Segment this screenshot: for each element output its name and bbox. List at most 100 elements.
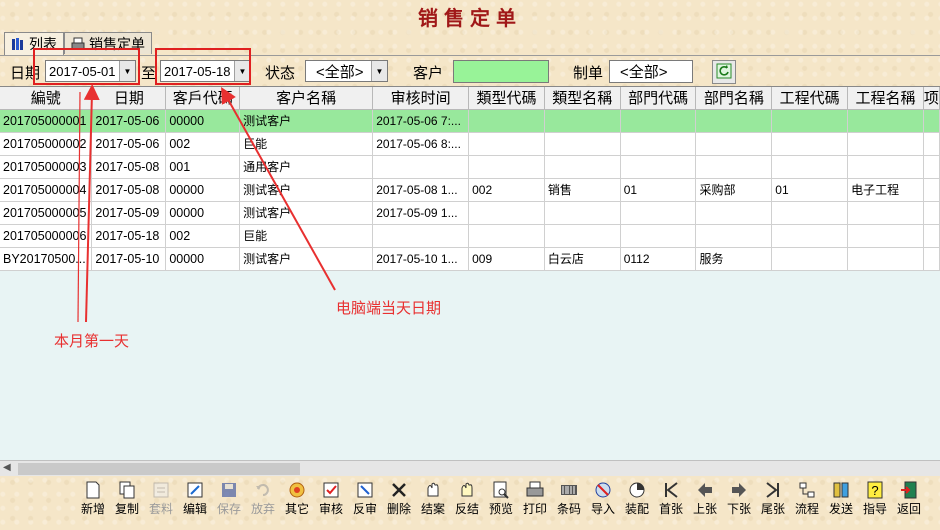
toolbar-button-copy[interactable]: 复制 [110, 478, 144, 518]
toolbar-button-label: 其它 [284, 502, 309, 516]
scrollbar-thumb[interactable] [18, 463, 300, 475]
table-row[interactable]: 201705000006 2017-05-18 002 巨能 [0, 224, 940, 248]
toolbar-button-label: 首张 [658, 502, 683, 516]
previous-icon [695, 480, 715, 500]
refresh-button[interactable] [712, 60, 736, 84]
order-grid[interactable]: 編號 日期 客戶代碼 客户名稱 审核时间 類型代碼 類型名稱 部門代碼 部門名稱 工程代碼 工程名稱… [0, 86, 940, 476]
toolbar-button-label: 发送 [828, 502, 853, 516]
audit-icon [321, 480, 341, 500]
table-cell: 01 [771, 178, 849, 202]
table-cell [468, 109, 545, 133]
toolbar-button-previous[interactable]: 上张 [688, 478, 722, 518]
table-cell: 2017-05-18 [91, 224, 167, 248]
toolbar-button-other[interactable]: 其它 [280, 478, 314, 518]
toolbar-button-label: 套料 [148, 502, 173, 516]
toolbar-button-edit[interactable]: 编辑 [178, 478, 212, 518]
toolbar-button-undo[interactable]: 放弃 [246, 478, 280, 518]
column-header[interactable]: 项 [923, 87, 940, 110]
toolbar-button-audit[interactable]: 审核 [314, 478, 348, 518]
toolbar-button-first[interactable]: 首张 [654, 478, 688, 518]
toolbar-button-new-document[interactable]: 新增 [76, 478, 110, 518]
table-cell [372, 224, 470, 248]
table-cell [468, 224, 545, 248]
table-row[interactable]: 201705000005 2017-05-09 00000 测试客户 2017-05-0… [0, 201, 940, 225]
toolbar-button-label: 结案 [420, 502, 445, 516]
toolbar-button-print[interactable]: 打印 [518, 478, 552, 518]
table-row[interactable]: BY20170500... 2017-05-10 00000 测试客户 2017-05-… [0, 247, 940, 271]
table-cell: 白云店 [544, 247, 621, 271]
table-cell: 01 [620, 178, 697, 202]
annotation-today: 电脑端当天日期 [336, 300, 442, 317]
toolbar-button-unaudit[interactable]: 反审 [348, 478, 382, 518]
table-cell: 2017-05-08 [91, 178, 167, 202]
toolbar-button-label: 预览 [488, 502, 513, 516]
horizontal-scrollbar[interactable]: ◀ [0, 460, 940, 476]
column-header[interactable]: 审核时间 [372, 87, 470, 110]
table-row[interactable]: 201705000001 2017-05-06 00000 测试客户 2017-05-0… [0, 109, 940, 133]
table-cell: 测试客户 [239, 247, 374, 271]
send-icon [831, 480, 851, 500]
toolbar-button-delete[interactable]: 删除 [382, 478, 416, 518]
table-cell: 测试客户 [239, 109, 374, 133]
maker-field[interactable]: <全部> [609, 60, 693, 83]
annotation-first-day: 本月第一天 [54, 333, 130, 350]
status-value: <全部> [316, 63, 364, 81]
toolbar-button-reopen[interactable]: 反结 [450, 478, 484, 518]
toolbar-button-next[interactable]: 下张 [722, 478, 756, 518]
toolbar-button-barcode[interactable]: 条码 [552, 478, 586, 518]
table-cell: 201705000005 [0, 201, 93, 225]
toolbar-button-bom[interactable]: 套料 [144, 478, 178, 518]
toolbar-button-help[interactable]: ? 指导 [858, 478, 892, 518]
table-cell [468, 155, 545, 179]
filter-bar: 日期 2017-05-01 ▼ 至 2017-05-18 ▼ 状态 <全部> ▼… [0, 55, 940, 85]
table-cell: 2017-05-06 7:... [372, 109, 470, 133]
toolbar-button-assemble[interactable]: 装配 [620, 478, 654, 518]
toolbar-button-label: 新增 [80, 502, 105, 516]
toolbar-button-send[interactable]: 发送 [824, 478, 858, 518]
table-row[interactable]: 201705000003 2017-05-08 001 通用客户 [0, 155, 940, 179]
table-cell [923, 247, 940, 271]
column-header[interactable]: 日期 [91, 87, 167, 110]
column-header[interactable]: 客户名稱 [239, 87, 374, 110]
table-cell [695, 224, 773, 248]
customer-field[interactable] [453, 60, 549, 83]
highlight-date-from [33, 48, 140, 85]
column-header[interactable]: 客戶代碼 [165, 87, 241, 110]
column-header[interactable]: 工程名稱 [847, 87, 924, 110]
toolbar-button-label: 删除 [386, 502, 411, 516]
scroll-left-icon[interactable]: ◀ [3, 462, 11, 473]
last-icon [763, 480, 783, 500]
column-header[interactable]: 類型名稱 [544, 87, 621, 110]
table-cell [620, 132, 697, 156]
toolbar-button-import[interactable]: 导入 [586, 478, 620, 518]
column-header[interactable]: 工程代碼 [771, 87, 849, 110]
table-cell [372, 155, 470, 179]
toolbar-button-exit[interactable]: 返回 [892, 478, 926, 518]
table-cell [771, 109, 849, 133]
refresh-icon [716, 63, 732, 82]
table-cell [847, 224, 924, 248]
column-header[interactable]: 編號 [0, 87, 93, 110]
toolbar-button-save[interactable]: 保存 [212, 478, 246, 518]
toolbar-button-label: 打印 [522, 502, 547, 516]
help-icon: ? [865, 480, 885, 500]
flow-icon [797, 480, 817, 500]
copy-icon [117, 480, 137, 500]
maker-label: 制单 [573, 65, 604, 82]
table-row[interactable]: 201705000004 2017-05-08 00000 测试客户 2017-05-0… [0, 178, 940, 202]
column-header[interactable]: 部門名稱 [695, 87, 773, 110]
chevron-down-icon[interactable]: ▼ [371, 61, 387, 81]
toolbar-button-preview[interactable]: 预览 [484, 478, 518, 518]
table-cell: 巨能 [239, 224, 374, 248]
toolbar-button-label: 审核 [318, 502, 343, 516]
column-header[interactable]: 部門代碼 [620, 87, 697, 110]
toolbar-button-flow[interactable]: 流程 [790, 478, 824, 518]
status-select[interactable]: <全部> ▼ [305, 60, 388, 82]
toolbar-button-last[interactable]: 尾张 [756, 478, 790, 518]
column-header[interactable]: 類型代碼 [468, 87, 545, 110]
table-cell: 002 [165, 224, 241, 248]
toolbar-button-close-case[interactable]: 结案 [416, 478, 450, 518]
table-row[interactable]: 201705000002 2017-05-06 002 巨能 2017-05-06 8:… [0, 132, 940, 156]
toolbar-button-label: 保存 [216, 502, 241, 516]
next-icon [729, 480, 749, 500]
